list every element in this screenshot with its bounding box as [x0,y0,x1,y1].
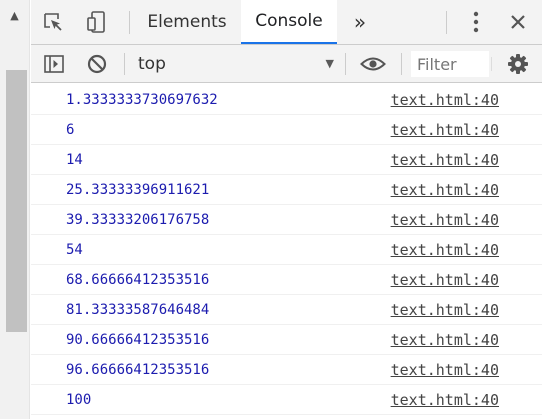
console-message: 100 text.html:40 [31,385,542,415]
console-message: 1.3333333730697632 text.html:40 [31,85,542,115]
message-value: 6 [66,122,75,138]
source-link[interactable]: text.html:40 [391,91,499,109]
console-toolbar: top ▼ [31,45,542,83]
console-message: 14 text.html:40 [31,145,542,175]
sidebar-toggle-icon[interactable] [39,50,69,78]
source-link[interactable]: text.html:40 [391,361,499,379]
console-message: 6 text.html:40 [31,115,542,145]
gear-icon[interactable] [503,50,533,78]
console-message: 68.66666412353516 text.html:40 [31,265,542,295]
scroll-up-icon[interactable]: ▲ [0,0,29,30]
tabbar-divider [129,11,130,34]
context-selector[interactable]: top ▼ [127,45,344,82]
inspect-element-icon[interactable] [37,6,69,38]
close-icon[interactable] [503,7,533,37]
console-message: 39.33333206176758 text.html:40 [31,205,542,235]
message-value: 1.3333333730697632 [66,92,218,108]
filter-input[interactable] [411,51,489,77]
message-value: 68.66666412353516 [66,272,210,288]
console-message: 81.33333587646484 text.html:40 [31,295,542,325]
tab-elements[interactable]: Elements [139,0,235,44]
source-link[interactable]: text.html:40 [391,271,499,289]
source-link[interactable]: text.html:40 [391,151,499,169]
double-chevron-icon: » [353,10,367,34]
toolbar-divider [124,53,125,75]
message-value: 25.33333396911621 [66,182,210,198]
source-link[interactable]: text.html:40 [391,301,499,319]
source-link[interactable]: text.html:40 [391,181,499,199]
message-value: 96.66666412353516 [66,362,210,378]
message-value: 39.33333206176758 [66,212,210,228]
device-toolbar-icon[interactable] [81,6,113,38]
message-value: 81.33333587646484 [66,302,210,318]
clear-console-icon[interactable] [82,50,112,78]
console-message: 96.66666412353516 text.html:40 [31,355,542,385]
filter-divider [491,57,492,71]
scrollbar-thumb[interactable] [6,70,27,332]
devtools-tab-bar: Elements Console » [31,0,542,45]
message-value: 90.66666412353516 [66,332,210,348]
source-link[interactable]: text.html:40 [391,331,499,349]
tab-console[interactable]: Console [241,0,337,44]
message-value: 14 [66,152,83,168]
source-link[interactable]: text.html:40 [391,241,499,259]
tab-console-label: Console [255,11,323,31]
dropdown-arrow-icon: ▼ [325,57,334,70]
console-message: 90.66666412353516 text.html:40 [31,325,542,355]
tab-elements-label: Elements [147,12,227,32]
source-link[interactable]: text.html:40 [391,121,499,139]
page-scrollbar[interactable]: ▲ [0,0,30,419]
live-expression-eye-icon[interactable] [357,50,389,78]
page: ▲ Elements Console » top ▼ Filter 1.3333… [0,0,542,419]
tabbar-divider-right [446,11,447,34]
console-message: 25.33333396911621 text.html:40 [31,175,542,205]
message-value: 100 [66,392,92,408]
console-messages: 1.3333333730697632 text.html:40 6 text.h… [31,85,542,415]
devtools-panel: Elements Console » top ▼ Filter 1.333333… [31,0,542,419]
source-link[interactable]: text.html:40 [391,211,499,229]
console-message: 54 text.html:40 [31,235,542,265]
source-link[interactable]: text.html:40 [391,391,499,409]
more-tabs-button[interactable]: » [343,0,377,44]
kebab-menu-icon[interactable] [461,7,491,37]
context-value: top [138,53,166,74]
toolbar-divider-2 [345,53,346,75]
message-value: 54 [66,242,83,258]
toolbar-divider-3 [401,53,402,75]
